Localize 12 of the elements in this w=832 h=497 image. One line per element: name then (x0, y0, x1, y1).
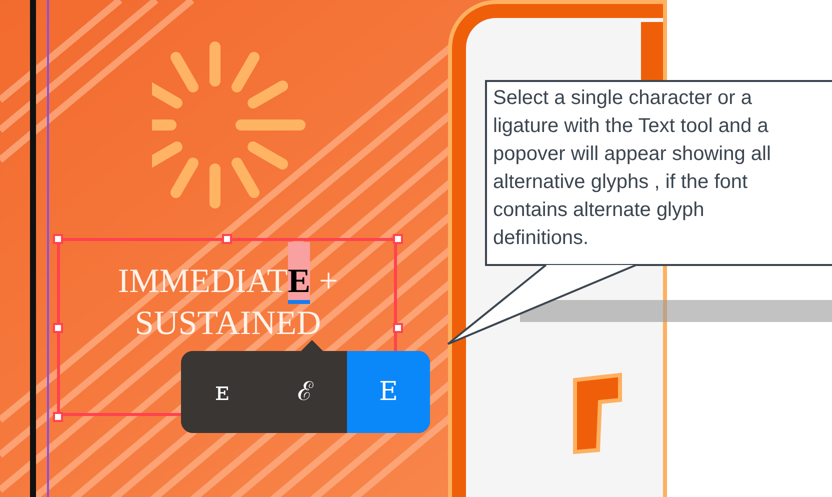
resize-handle[interactable] (53, 323, 63, 333)
resize-handle[interactable] (222, 234, 232, 244)
resize-handle[interactable] (53, 234, 63, 244)
glyph-option[interactable]: E (347, 351, 430, 433)
callout-text: Select a single character or a ligature with the Text tool and a popover will appear showing all alternative glyphs , if the font contains alternate glyph definitions. (493, 86, 772, 251)
artwork-text: IMMEDIAT (118, 263, 288, 300)
selected-character: E (288, 242, 310, 304)
resize-handle[interactable] (393, 234, 403, 244)
artwork-text: + (318, 263, 338, 300)
artwork-text: SUSTAINED (134, 305, 322, 342)
resize-handle[interactable] (393, 323, 403, 333)
resize-handle[interactable] (53, 412, 63, 422)
